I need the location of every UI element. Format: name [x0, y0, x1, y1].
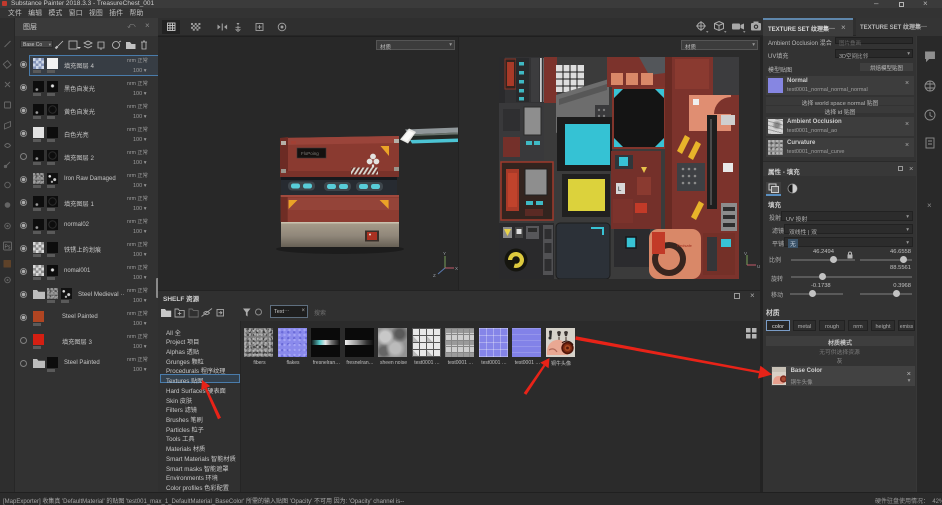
svg-text:Z: Z	[433, 273, 436, 278]
svg-text:FloPoing: FloPoing	[301, 151, 319, 156]
svg-text:×: ×	[927, 201, 932, 210]
svg-text:Y: Y	[443, 251, 446, 256]
svg-text:V: V	[744, 251, 747, 256]
svg-text:Redsafe: Redsafe	[677, 243, 693, 248]
svg-text:Ps: Ps	[5, 245, 11, 251]
